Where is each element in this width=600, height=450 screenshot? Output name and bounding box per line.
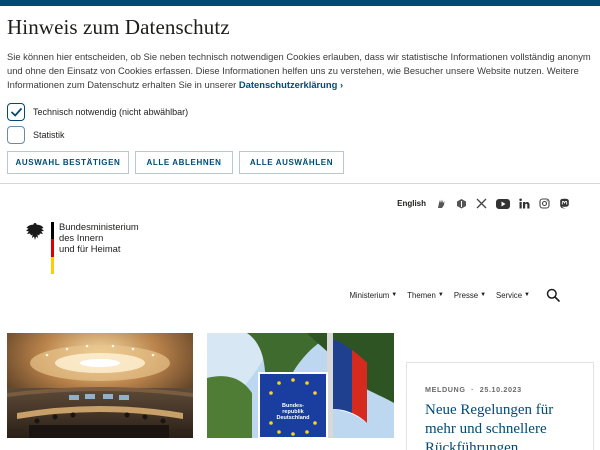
ministry-name: Bundesministerium des Innern und für Hei… [59, 221, 169, 254]
nav-item-themen[interactable]: Themen ▼ [407, 291, 444, 300]
accept-all-button[interactable]: ALLE AUSWÄHLEN [239, 151, 344, 174]
ministry-name-line1: Bundesministerium [59, 221, 139, 232]
ministry-name-line2: des Innern [59, 232, 104, 243]
border-sign-image[interactable]: Bundes- republik Deutschland [207, 333, 394, 438]
cookie-banner-title: Hinweis zum Datenschutz [7, 15, 230, 39]
ministry-name-line3: und für Heimat [59, 243, 121, 254]
checkbox-necessary[interactable] [7, 103, 25, 121]
search-icon[interactable] [546, 288, 560, 302]
federal-eagle-icon [26, 223, 44, 240]
caret-down-icon: ▼ [437, 292, 444, 298]
youtube-icon[interactable] [496, 198, 510, 209]
caret-down-icon: ▼ [391, 292, 398, 298]
news-category: MELDUNG [425, 385, 466, 394]
checkbox-statistics[interactable] [7, 126, 25, 144]
nav-item-ministerium-label[interactable]: Ministerium [349, 291, 389, 300]
news-card[interactable]: MELDUNG · 25.10.2023 Neue Regelungen für… [406, 362, 594, 450]
language-switch-link[interactable]: English [397, 199, 426, 208]
linkedin-icon[interactable] [519, 198, 530, 209]
news-date: 25.10.2023 [479, 385, 522, 394]
confirm-selection-button[interactable]: AUSWAHL BESTÄTIGEN [7, 151, 129, 174]
reject-all-button[interactable]: ALLE ABLEHNEN [135, 151, 233, 174]
mastodon-icon[interactable] [559, 198, 570, 209]
option-statistics[interactable]: Statistik [7, 126, 65, 144]
conference-hall-image[interactable] [7, 333, 193, 438]
cookie-banner-text: Sie können hier entscheiden, ob Sie nebe… [7, 50, 597, 92]
instagram-icon[interactable] [539, 198, 550, 209]
checkmark-icon [10, 107, 22, 117]
nav-item-themen-label[interactable]: Themen [407, 291, 436, 300]
news-title[interactable]: Neue Regelungen für mehr und schnellere … [425, 401, 585, 450]
sign-language-icon[interactable] [436, 198, 447, 209]
option-necessary[interactable]: Technisch notwendig (nicht abwählbar) [7, 103, 188, 121]
cookie-consent-banner: Hinweis zum Datenschutz Sie können hier … [0, 6, 600, 184]
nav-item-ministerium[interactable]: Ministerium ▼ [349, 291, 397, 300]
chevron-right-icon: › [339, 79, 344, 90]
caret-down-icon: ▼ [480, 292, 487, 298]
x-icon[interactable] [476, 198, 487, 209]
privacy-policy-link[interactable]: Datenschutzerklärung › [239, 79, 343, 90]
main-navigation: Ministerium ▼ Themen ▼ Presse ▼ Service ▼ [339, 288, 560, 302]
nav-item-presse-label[interactable]: Presse [454, 291, 478, 300]
nav-item-service[interactable]: Service ▼ [496, 291, 530, 300]
plain-language-icon[interactable] [456, 198, 467, 209]
caret-down-icon: ▼ [524, 292, 530, 298]
news-separator: · [471, 385, 475, 394]
checkbox-necessary-label: Technisch notwendig (nicht abwählbar) [33, 107, 189, 117]
checkbox-statistics-label: Statistik [33, 130, 65, 140]
sign-text-line3: Deutschland [276, 415, 309, 421]
german-flag-bar [51, 222, 54, 274]
nav-item-presse[interactable]: Presse ▼ [454, 291, 486, 300]
privacy-policy-link-label[interactable]: Datenschutzerklärung [239, 79, 337, 90]
news-meta: MELDUNG · 25.10.2023 [425, 385, 522, 394]
nav-item-service-label[interactable]: Service [496, 291, 522, 300]
header-meta-links: English [397, 198, 570, 209]
